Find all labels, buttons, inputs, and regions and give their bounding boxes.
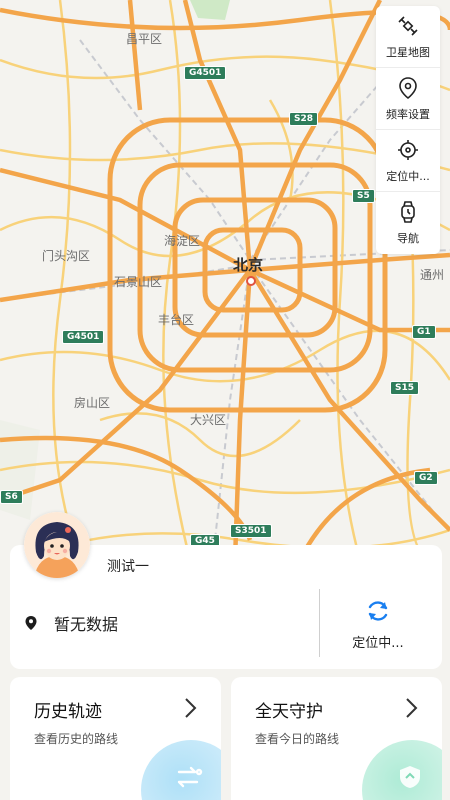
location-pin-icon (396, 76, 420, 100)
location-row: 暂无数据 (24, 611, 118, 635)
road-shield: G1 (412, 325, 436, 339)
road-shield: S6 (0, 490, 23, 504)
map-label-fangshan: 房山区 (74, 396, 111, 410)
all-day-guard-card[interactable]: 全天守护 查看今日的路线 (231, 677, 442, 800)
crosshair-icon (396, 138, 420, 162)
satellite-map-button[interactable]: 卫星地图 (376, 6, 440, 68)
refresh-location-button[interactable]: 定位中... (328, 591, 428, 657)
map-label-shijingshan: 石景山区 (114, 275, 163, 289)
history-track-title: 历史轨迹 (34, 702, 102, 722)
device-name: 测试一 (107, 559, 149, 575)
road-shield: G4501 (184, 66, 227, 80)
refresh-icon (368, 600, 388, 621)
chevron-right-icon (406, 698, 418, 718)
locate-label: 定位中... (386, 169, 430, 183)
card-divider (319, 589, 320, 657)
location-text: 暂无数据 (54, 615, 119, 634)
map-label-tongzhou: 通州 (420, 268, 445, 282)
locate-button[interactable]: 定位中... (376, 130, 440, 192)
road-shield: S5 (352, 189, 375, 203)
road-shield: S15 (390, 381, 420, 395)
road-shield: S3501 (230, 524, 272, 538)
avatar[interactable] (24, 512, 90, 578)
beijing-marker-icon (246, 276, 256, 286)
navigate-label: 导航 (397, 232, 419, 245)
road-shield: S28 (289, 112, 319, 126)
route-icon (177, 766, 203, 788)
navigate-button[interactable]: 导航 (376, 192, 440, 254)
satellite-map-label: 卫星地图 (386, 45, 430, 59)
history-track-card[interactable]: 历史轨迹 查看历史的路线 (10, 677, 221, 800)
road-shield: G2 (414, 471, 438, 485)
map-label-beijing: 北京 (233, 256, 264, 274)
map-label-fengtai: 丰台区 (158, 313, 195, 327)
all-day-guard-title: 全天守护 (255, 702, 323, 722)
location-pin-icon (25, 616, 37, 630)
map-label-mentougou: 门头沟区 (42, 249, 91, 263)
frequency-settings-label: 频率设置 (386, 107, 430, 121)
map-label-changping: 昌平区 (126, 32, 163, 46)
history-track-subtitle: 查看历史的路线 (34, 732, 119, 746)
map-toolbar: 卫星地图 频率设置 定位中... 导航 (376, 6, 440, 254)
road-shield: G4501 (62, 330, 105, 344)
refresh-location-label: 定位中... (352, 635, 404, 651)
shield-icon (400, 766, 420, 788)
all-day-guard-subtitle: 查看今日的路线 (255, 732, 340, 746)
map-label-haidian: 海淀区 (164, 234, 201, 248)
satellite-icon (396, 14, 420, 38)
user-avatar-illustration (24, 512, 90, 578)
watch-icon (396, 200, 420, 224)
frequency-settings-button[interactable]: 频率设置 (376, 68, 440, 130)
chevron-right-icon (185, 698, 197, 718)
map-label-daxing: 大兴区 (190, 413, 227, 427)
